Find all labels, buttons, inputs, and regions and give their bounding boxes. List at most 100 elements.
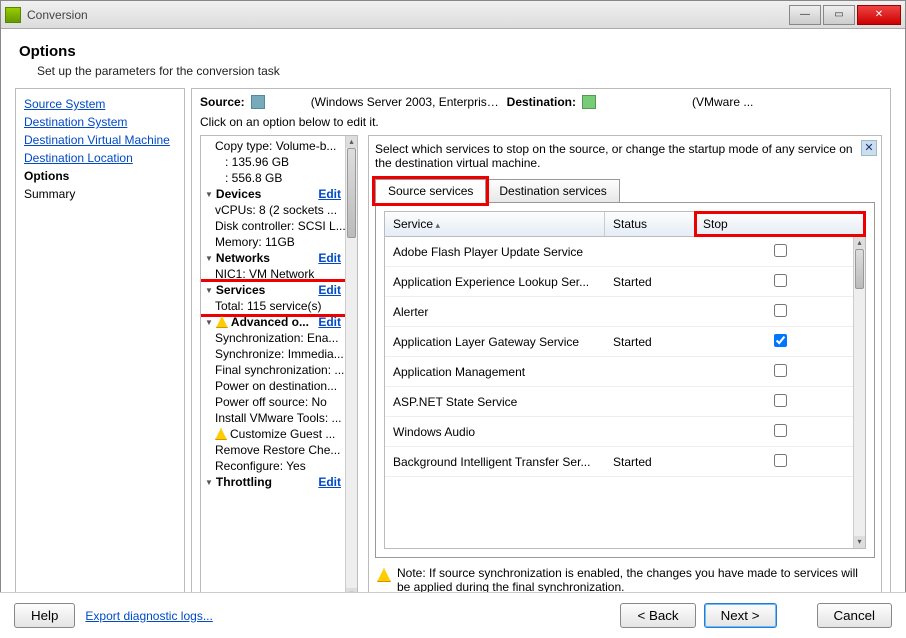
tree-label: : 556.8 GB bbox=[225, 171, 282, 185]
tree-label: Power on destination... bbox=[215, 379, 337, 393]
service-stop[interactable] bbox=[695, 449, 865, 475]
tree-section-header[interactable]: Networks Edit bbox=[201, 250, 345, 266]
service-stop[interactable] bbox=[695, 419, 865, 445]
help-button[interactable]: Help bbox=[14, 603, 75, 628]
source-text: (Windows Server 2003, Enterprise Editi..… bbox=[311, 95, 501, 109]
edit-link[interactable]: Edit bbox=[314, 315, 341, 329]
options-tree[interactable]: Copy type: Volume-b... : 135.96 GB : 556.8… bbox=[200, 135, 358, 601]
service-stop[interactable] bbox=[695, 389, 865, 415]
tree-label: Disk controller: SCSI L... bbox=[215, 219, 345, 233]
grid-scrollbar[interactable]: ▴ ▾ bbox=[853, 237, 865, 548]
back-button[interactable]: < Back bbox=[620, 603, 695, 628]
service-status bbox=[605, 367, 695, 377]
edit-link[interactable]: Edit bbox=[314, 187, 341, 201]
service-status bbox=[605, 307, 695, 317]
tree-section-header[interactable]: ThrottlingEdit bbox=[201, 474, 345, 490]
tab-destination-services[interactable]: Destination services bbox=[486, 179, 619, 203]
tree-item: Install VMware Tools: ... bbox=[201, 410, 345, 426]
service-stop[interactable] bbox=[695, 239, 865, 265]
stop-checkbox[interactable] bbox=[774, 274, 787, 287]
nav-sidebar: Source SystemDestination SystemDestinati… bbox=[15, 88, 185, 608]
tree-scrollbar[interactable]: ▴ ▾ bbox=[345, 136, 357, 600]
sidebar-item[interactable]: Destination System bbox=[24, 113, 176, 131]
service-status: Started bbox=[605, 450, 695, 474]
service-status bbox=[605, 397, 695, 407]
warning-icon bbox=[377, 568, 391, 582]
service-stop[interactable] bbox=[695, 299, 865, 325]
tree-label: Advanced o... bbox=[231, 315, 309, 329]
service-name: Application Management bbox=[385, 360, 605, 384]
tree-item: : 135.96 GB bbox=[201, 154, 345, 170]
service-row[interactable]: Application Layer Gateway ServiceStarted bbox=[385, 327, 865, 357]
service-name: Background Intelligent Transfer Ser... bbox=[385, 450, 605, 474]
scroll-thumb[interactable] bbox=[347, 148, 356, 238]
edit-link[interactable]: Edit bbox=[314, 251, 341, 265]
service-name: ASP.NET State Service bbox=[385, 390, 605, 414]
scroll-up-icon[interactable]: ▴ bbox=[854, 237, 865, 249]
source-label: Source: bbox=[200, 95, 245, 109]
sidebar-item[interactable]: Source System bbox=[24, 95, 176, 113]
titlebar[interactable]: Conversion — ▭ ✕ bbox=[1, 1, 905, 29]
sidebar-item[interactable]: Destination Virtual Machine bbox=[24, 131, 176, 149]
tab-source-services[interactable]: Source services bbox=[375, 179, 486, 203]
service-name: Adobe Flash Player Update Service bbox=[385, 240, 605, 264]
stop-checkbox[interactable] bbox=[774, 244, 787, 257]
service-stop[interactable] bbox=[695, 359, 865, 385]
close-panel-icon[interactable]: ✕ bbox=[861, 140, 877, 156]
service-stop[interactable] bbox=[695, 269, 865, 295]
col-stop[interactable]: Stop bbox=[695, 212, 865, 236]
tree-item: Remove Restore Che... bbox=[201, 442, 345, 458]
next-button[interactable]: Next > bbox=[704, 603, 777, 628]
service-status bbox=[605, 247, 695, 257]
tree-label: Copy type: Volume-b... bbox=[215, 139, 336, 153]
sidebar-item[interactable]: Destination Location bbox=[24, 149, 176, 167]
tree-label: Networks bbox=[216, 251, 270, 265]
service-stop[interactable] bbox=[695, 329, 865, 355]
stop-checkbox[interactable] bbox=[774, 394, 787, 407]
close-button[interactable]: ✕ bbox=[857, 5, 901, 25]
service-name: Application Layer Gateway Service bbox=[385, 330, 605, 354]
stop-checkbox[interactable] bbox=[774, 424, 787, 437]
tree-label: Final synchronization: ... bbox=[215, 363, 344, 377]
service-name: Alerter bbox=[385, 300, 605, 324]
col-status[interactable]: Status bbox=[605, 212, 695, 236]
stop-checkbox[interactable] bbox=[774, 454, 787, 467]
edit-link[interactable]: Edit bbox=[314, 283, 341, 297]
sidebar-item: Summary bbox=[24, 185, 176, 203]
tree-item: Final synchronization: ... bbox=[201, 362, 345, 378]
stop-checkbox[interactable] bbox=[774, 364, 787, 377]
edit-hint: Click on an option below to edit it. bbox=[200, 115, 882, 129]
col-service[interactable]: Service bbox=[385, 212, 605, 236]
tree-label: vCPUs: 8 (2 sockets ... bbox=[215, 203, 337, 217]
scroll-down-icon[interactable]: ▾ bbox=[854, 536, 865, 548]
app-icon bbox=[5, 7, 21, 23]
warning-icon bbox=[215, 428, 227, 440]
service-row[interactable]: Alerter bbox=[385, 297, 865, 327]
tree-label: Synchronization: Ena... bbox=[215, 331, 338, 345]
service-row[interactable]: Application Experience Lookup Ser...Star… bbox=[385, 267, 865, 297]
scroll-up-icon[interactable]: ▴ bbox=[346, 136, 357, 148]
minimize-button[interactable]: — bbox=[789, 5, 821, 25]
maximize-button[interactable]: ▭ bbox=[823, 5, 855, 25]
stop-checkbox[interactable] bbox=[774, 334, 787, 347]
service-row[interactable]: Windows Audio bbox=[385, 417, 865, 447]
scroll-thumb[interactable] bbox=[855, 249, 864, 289]
tree-section-header[interactable]: Advanced o... Edit bbox=[201, 314, 345, 330]
cancel-button[interactable]: Cancel bbox=[817, 603, 893, 628]
tree-item: Customize Guest ... bbox=[201, 426, 345, 442]
tree-label: : 135.96 GB bbox=[225, 155, 289, 169]
tree-section-header[interactable]: ServicesEdit bbox=[201, 282, 345, 298]
tree-section-header[interactable]: DevicesEdit bbox=[201, 186, 345, 202]
service-row[interactable]: Adobe Flash Player Update Service bbox=[385, 237, 865, 267]
export-logs-link[interactable]: Export diagnostic logs... bbox=[85, 609, 212, 623]
tree-label: Reconfigure: Yes bbox=[215, 459, 306, 473]
service-status bbox=[605, 427, 695, 437]
service-row[interactable]: Background Intelligent Transfer Ser...St… bbox=[385, 447, 865, 477]
tree-item: Power on destination... bbox=[201, 378, 345, 394]
destination-text: (VMware ... bbox=[692, 95, 882, 109]
note: Note: If source synchronization is enabl… bbox=[375, 558, 875, 594]
service-row[interactable]: Application Management bbox=[385, 357, 865, 387]
stop-checkbox[interactable] bbox=[774, 304, 787, 317]
service-row[interactable]: ASP.NET State Service bbox=[385, 387, 865, 417]
edit-link[interactable]: Edit bbox=[314, 475, 341, 489]
